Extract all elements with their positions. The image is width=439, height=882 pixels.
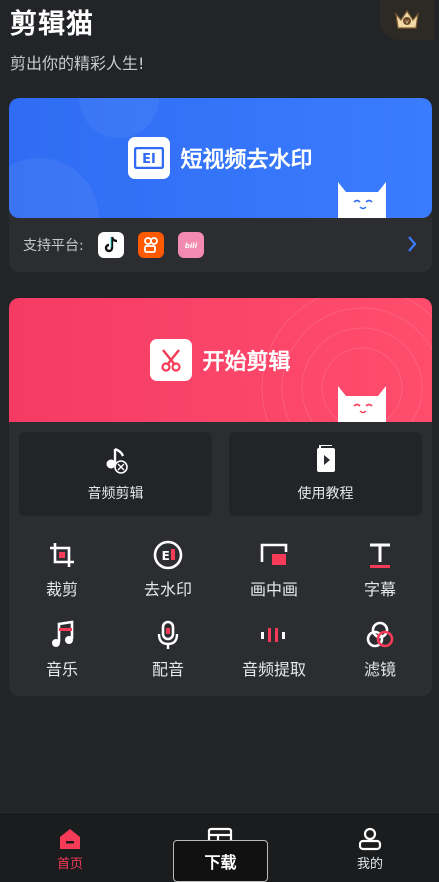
tab-home[interactable]: 首页 <box>30 827 110 877</box>
watermark-label: 短视频去水印 <box>180 148 313 173</box>
vip-button[interactable]: v <box>380 0 434 40</box>
tab-profile[interactable]: 我的 <box>330 827 410 877</box>
audio-cut-icon <box>106 447 128 474</box>
start-edit-label: 开始剪辑 <box>202 350 291 375</box>
tab-home-label: 首页 <box>56 857 83 872</box>
svg-text:bili: bili <box>185 242 198 250</box>
tool-filter[interactable]: 滤镜 <box>335 618 425 684</box>
start-edit-banner[interactable]: 开始剪辑 <box>9 298 432 422</box>
tutorial-tile[interactable]: 使用教程 <box>229 432 422 516</box>
cat-mascot-icon <box>338 386 386 422</box>
app-title: 剪辑猫 <box>10 9 94 40</box>
tool-crop[interactable]: 裁剪 <box>17 538 107 604</box>
tool-label: 配音 <box>151 660 184 679</box>
svg-text:v: v <box>405 19 409 26</box>
tool-audio-extract[interactable]: 音频提取 <box>229 618 319 684</box>
tool-music[interactable]: 音乐 <box>17 618 107 684</box>
picture-in-picture-icon <box>260 543 288 565</box>
crop-icon <box>50 543 74 567</box>
tool-label: 滤镜 <box>363 660 396 679</box>
platforms-label: 支持平台: <box>23 238 84 254</box>
watermark-card: EI 短视频去水印 支持平台: bili <box>9 98 432 272</box>
cat-mascot-icon <box>338 182 386 218</box>
watermark-banner[interactable]: EI 短视频去水印 <box>9 98 432 218</box>
crown-icon: v <box>395 9 419 29</box>
profile-icon <box>358 827 382 851</box>
tool-label: 音频提取 <box>241 660 306 679</box>
watermark-icon: EI <box>153 540 183 570</box>
tools-panel: 音频剪辑 使用教程 裁剪 EI 去水印 画中画 字幕 音乐 配音 音频提取 滤镜 <box>9 422 432 696</box>
tool-label: 去水印 <box>143 580 192 599</box>
scissors-icon <box>150 339 193 381</box>
app-subtitle: 剪出你的精彩人生! <box>10 54 145 73</box>
chevron-right-icon[interactable] <box>406 234 418 254</box>
platforms-row[interactable]: 支持平台: bili <box>9 218 432 272</box>
microphone-icon <box>157 620 179 649</box>
audio-cut-tile[interactable]: 音频剪辑 <box>19 432 212 516</box>
watermark-logo-icon: EI <box>128 137 171 179</box>
tab-profile-label: 我的 <box>356 857 383 872</box>
tool-label: 音乐 <box>45 660 78 679</box>
subtitle-icon <box>370 543 390 568</box>
download-button[interactable]: 下载 <box>173 840 268 882</box>
audio-extract-icon <box>261 628 285 642</box>
audio-cut-label: 音频剪辑 <box>87 486 144 502</box>
tool-watermark[interactable]: EI 去水印 <box>123 538 213 604</box>
bilibili-icon: bili <box>177 232 204 258</box>
tool-label: 字幕 <box>363 580 396 599</box>
tool-subtitle[interactable]: 字幕 <box>335 538 425 604</box>
filter-icon <box>366 621 394 648</box>
tutorial-label: 使用教程 <box>297 486 354 502</box>
tool-pip[interactable]: 画中画 <box>229 538 319 604</box>
tool-label: 裁剪 <box>45 580 78 599</box>
tutorial-icon <box>316 445 335 472</box>
tool-voiceover[interactable]: 配音 <box>123 618 213 684</box>
douyin-icon <box>97 232 124 258</box>
music-icon <box>52 620 74 647</box>
svg-text:EI: EI <box>143 152 157 167</box>
home-icon <box>60 829 80 849</box>
tool-label: 画中画 <box>249 580 298 599</box>
kuaishou-icon <box>137 232 164 258</box>
